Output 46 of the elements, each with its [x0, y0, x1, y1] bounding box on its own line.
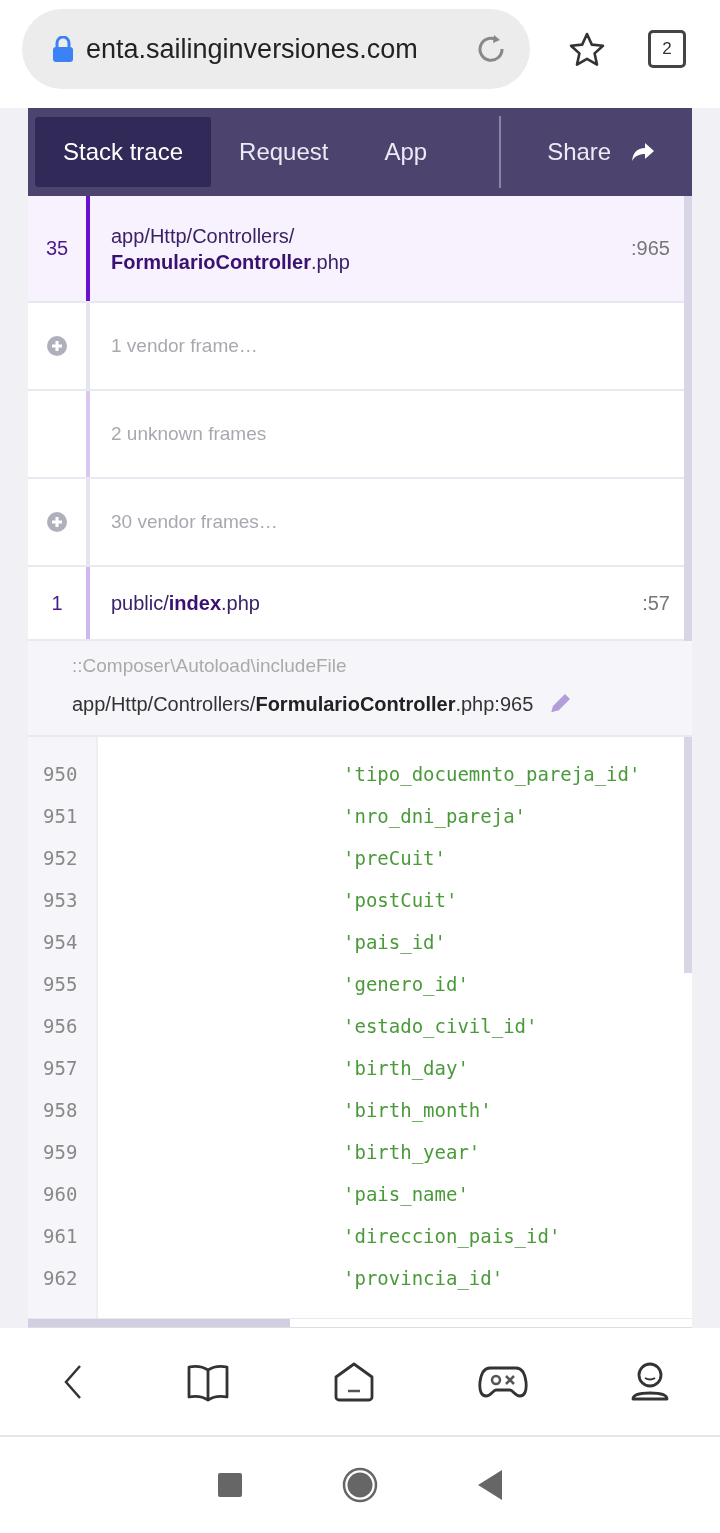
frames-label: 1 vendor frame… — [111, 335, 258, 357]
code-line-number: 956 — [42, 1014, 79, 1039]
stack-frame[interactable]: 35 app/Http/Controllers/FormularioController.php :965 — [28, 196, 684, 303]
tab[interactable]: App — [356, 117, 456, 187]
code-line-number: 953 — [42, 888, 79, 913]
method-name: ::Composer\Autoload\includeFile — [72, 655, 348, 677]
file-path: public/index.php — [111, 591, 261, 616]
code-line: 'pais_name' — [343, 1182, 470, 1208]
code-line: 'birth_month' — [343, 1098, 493, 1124]
code-line: 'estado_civil_id' — [343, 1014, 539, 1040]
code-line: 'birth_year' — [343, 1140, 482, 1166]
code-line: 'nro_dni_pareja' — [343, 804, 528, 830]
code-line: 'direccion_pais_id' — [343, 1224, 562, 1250]
stack-frame[interactable]: 1 public/index.php :57 — [28, 567, 684, 641]
address-bar[interactable]: enta.sailinginversiones.com — [22, 9, 530, 89]
file-path: app/Http/Controllers/FormularioController.php — [111, 223, 351, 275]
code-line: 'preCuit' — [343, 846, 447, 871]
code-line: 'postCuit' — [343, 888, 459, 913]
code-line-number: 962 — [42, 1266, 79, 1291]
code-line-number: 958 — [42, 1098, 79, 1123]
line-number: :57 — [642, 591, 670, 615]
code-line-number: 950 — [42, 762, 79, 787]
code-line: 'genero_id' — [343, 972, 470, 998]
frame-number: 1 — [50, 591, 64, 615]
code-line: 'pais_id' — [343, 930, 447, 956]
code-line: 'provincia_id' — [343, 1266, 505, 1292]
code-line: 'tipo_docuemnto_pareja_id' — [343, 762, 641, 788]
code-line-number: 952 — [42, 846, 79, 871]
file-location: app/Http/Controllers/FormularioController.php:965 — [72, 692, 534, 716]
frame-number: 35 — [44, 237, 70, 260]
code-line-number: 955 — [42, 972, 79, 997]
code-line-number: 961 — [42, 1224, 79, 1249]
tab[interactable]: Request — [211, 117, 357, 187]
code-line-number: 959 — [42, 1140, 79, 1165]
line-number: :965 — [631, 237, 670, 260]
frames-label: 30 vendor frames… — [111, 511, 278, 533]
tab[interactable]: Stack trace — [35, 117, 212, 187]
url-text: enta.sailinginversiones.com — [86, 33, 419, 65]
code-line: 'birth_day' — [343, 1056, 470, 1082]
code-line-number: 960 — [42, 1182, 79, 1207]
code-line-number: 957 — [42, 1056, 79, 1081]
share-button[interactable]: Share — [541, 137, 662, 167]
tab-count-button[interactable]: 2 — [648, 30, 686, 68]
code-line-number: 954 — [42, 930, 79, 955]
frames-label: 2 unknown frames — [111, 423, 267, 445]
code-line-number: 951 — [42, 804, 79, 829]
